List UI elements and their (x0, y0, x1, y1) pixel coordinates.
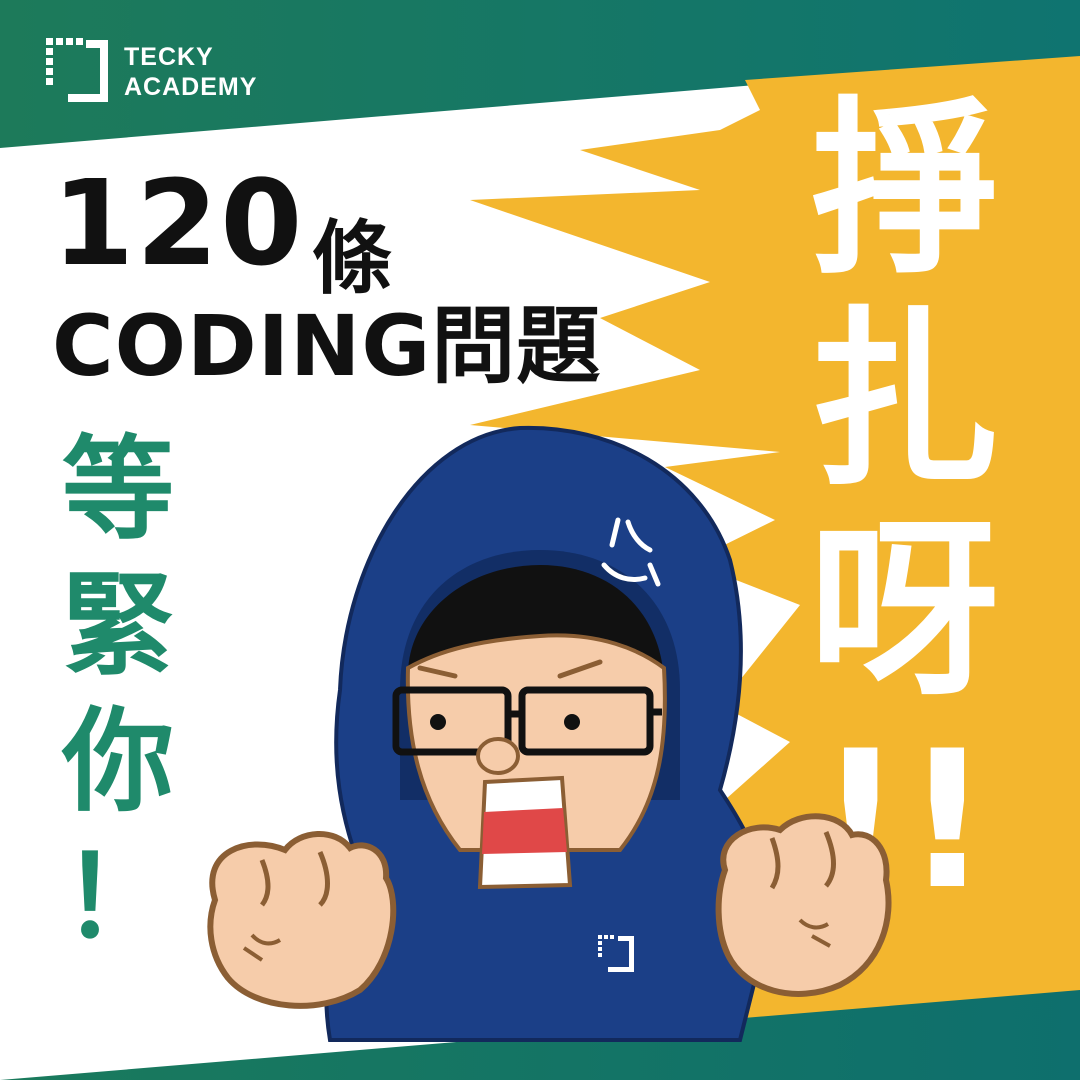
left-fist (207, 831, 397, 1009)
right-eye (564, 714, 580, 730)
nose (476, 737, 520, 775)
shouting-mouth (477, 775, 573, 890)
right-fist (715, 813, 892, 997)
left-eye (430, 714, 446, 730)
poster: TECKY ACADEMY 120 條 CODING問題 等 緊 你 ！ 掙 扎… (0, 0, 1080, 1080)
angry-coder-illustration (207, 425, 892, 1042)
